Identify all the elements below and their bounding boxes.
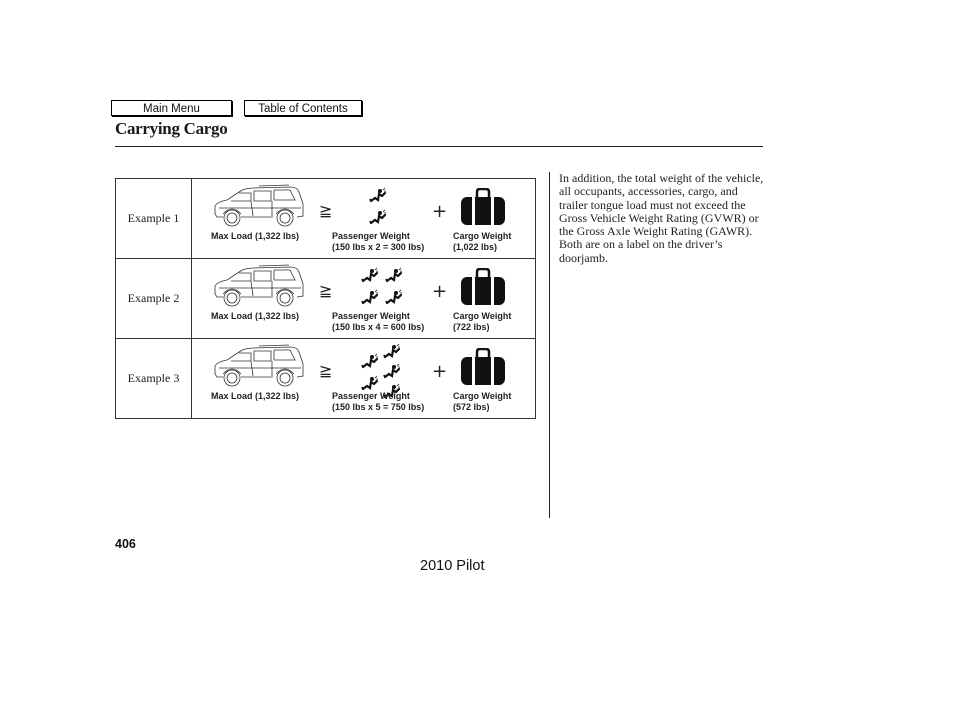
seated-passenger-icon	[385, 289, 403, 305]
seated-passenger-icon	[361, 353, 379, 369]
page-number: 406	[115, 537, 136, 551]
max-load-caption: Max Load (1,322 lbs)	[211, 311, 300, 321]
greater-equal-symbol: ≧	[319, 361, 333, 380]
seated-passenger-icon	[361, 267, 379, 283]
table-of-contents-button[interactable]: Table of Contents	[244, 100, 362, 116]
cargo-weight-value: (572 lbs)	[453, 401, 490, 412]
cargo-weight-title: Cargo Weight	[453, 311, 512, 321]
cargo-weight-caption: Cargo Weight (572 lbs)	[453, 391, 511, 412]
seated-passenger-icon	[361, 289, 379, 305]
cargo-weight-caption: Cargo Weight (722 lbs)	[453, 311, 511, 332]
cargo-weight-title: Cargo Weight	[453, 231, 512, 241]
example-label: Example 2	[115, 258, 192, 339]
suv-side-view-icon	[214, 264, 304, 307]
plus-symbol: +	[432, 201, 448, 222]
seated-passenger-icon	[361, 375, 379, 391]
example-label: Example 1	[115, 178, 192, 259]
seated-passenger-icon	[383, 344, 401, 359]
footer-title: 2010 Pilot	[420, 558, 485, 574]
greater-equal-symbol: ≧	[319, 281, 333, 300]
seated-passenger-icon	[383, 363, 401, 379]
max-load-caption: Max Load (1,322 lbs)	[211, 391, 300, 401]
main-menu-button[interactable]: Main Menu	[111, 100, 232, 116]
passenger-weight-title: Passenger Weight	[332, 311, 410, 321]
column-divider	[549, 172, 550, 518]
cargo-weight-caption: Cargo Weight (1,022 lbs)	[453, 231, 511, 252]
passenger-weight-calc: (150 lbs x 5 = 750 lbs)	[332, 401, 425, 412]
load-examples-table: Example 1 ≧ + Max Load (1,322 lbs) Passe…	[115, 178, 536, 419]
example-row: Example 2 ≧ + Max Load (1,322 lbs) Passe…	[115, 258, 536, 339]
cargo-weight-value: (722 lbs)	[453, 321, 490, 332]
plus-symbol: +	[432, 281, 448, 302]
example-row: Example 3 ≧ + Max Load (1,322 lbs) Passe…	[115, 338, 536, 419]
cargo-weight-title: Cargo Weight	[453, 391, 512, 401]
greater-equal-symbol: ≧	[319, 201, 333, 220]
seated-passenger-icon	[369, 187, 387, 203]
passenger-weight-calc: (150 lbs x 4 = 600 lbs)	[332, 321, 425, 332]
seated-passenger-icon	[385, 267, 403, 283]
example-diagram: ≧ + Max Load (1,322 lbs) Passenger Weigh…	[191, 178, 536, 259]
max-load-caption: Max Load (1,322 lbs)	[211, 231, 300, 241]
suitcase-icon	[461, 188, 505, 225]
gvwr-note: In addition, the total weight of the veh…	[559, 171, 764, 265]
suv-side-view-icon	[214, 344, 304, 387]
example-label: Example 3	[115, 338, 192, 419]
suitcase-icon	[461, 268, 505, 305]
example-diagram: ≧ + Max Load (1,322 lbs) Passenger Weigh…	[191, 338, 536, 419]
passenger-weight-calc: (150 lbs x 2 = 300 lbs)	[332, 241, 425, 252]
page-title: Carrying Cargo	[115, 119, 228, 138]
passenger-weight-caption: Passenger Weight (150 lbs x 5 = 750 lbs)	[332, 391, 424, 412]
passenger-weight-caption: Passenger Weight (150 lbs x 2 = 300 lbs)	[332, 231, 424, 252]
example-row: Example 1 ≧ + Max Load (1,322 lbs) Passe…	[115, 178, 536, 259]
title-divider	[115, 146, 763, 147]
example-diagram: ≧ + Max Load (1,322 lbs) Passenger Weigh…	[191, 258, 536, 339]
passenger-weight-title: Passenger Weight	[332, 391, 410, 401]
passenger-weight-title: Passenger Weight	[332, 231, 410, 241]
plus-symbol: +	[432, 361, 448, 382]
passenger-weight-caption: Passenger Weight (150 lbs x 4 = 600 lbs)	[332, 311, 424, 332]
suitcase-icon	[461, 348, 505, 385]
seated-passenger-icon	[369, 209, 387, 225]
cargo-weight-value: (1,022 lbs)	[453, 241, 498, 252]
suv-side-view-icon	[214, 184, 304, 227]
